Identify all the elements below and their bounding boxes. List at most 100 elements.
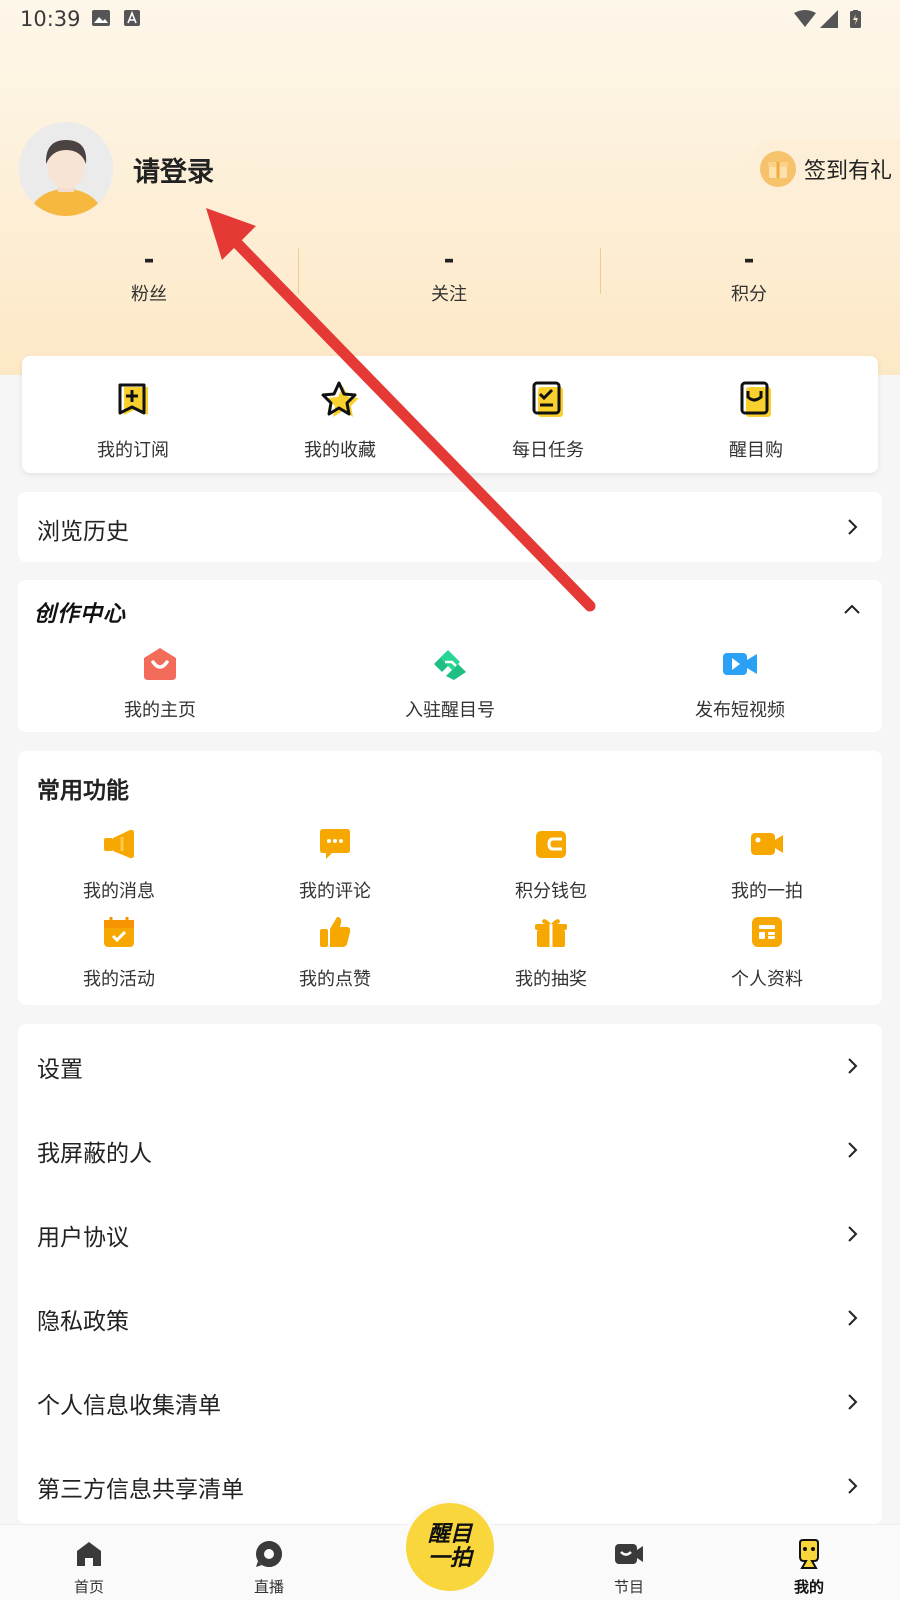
func-item-label: 个人资料	[731, 969, 803, 990]
chevron-right-icon	[848, 1394, 858, 1410]
status-time: 10:39	[20, 7, 81, 31]
browsing-history-row[interactable]: 浏览历史	[18, 492, 882, 562]
user-agreement-label: 用户协议	[37, 1225, 129, 1251]
shopping-bag-icon	[740, 381, 771, 417]
stat-fans[interactable]: - 粉丝	[89, 246, 209, 306]
video-camera-icon	[723, 653, 757, 675]
subscription-icon	[118, 383, 148, 415]
personal-info-list-row[interactable]: 个人信息收集清单	[18, 1360, 882, 1444]
nav-label: 节目	[613, 1578, 644, 1596]
func-item-wallet[interactable]: 积分钱包	[491, 827, 611, 903]
stat-points[interactable]: - 积分	[689, 246, 809, 306]
mine-icon	[799, 1539, 819, 1569]
nav-home[interactable]: 首页	[49, 1539, 129, 1597]
third-party-sharing-label: 第三方信息共享清单	[37, 1477, 244, 1503]
privacy-policy-label: 隐私政策	[37, 1309, 129, 1335]
func-item-label: 我的评论	[299, 881, 371, 902]
personal-info-list-label: 个人信息收集清单	[37, 1393, 221, 1419]
nav-programs[interactable]: 节目	[589, 1539, 669, 1597]
star-icon	[321, 381, 359, 417]
settings-list: 设置 我屏蔽的人 用户协议 隐私政策 个人信息收集清单 第三方信息共享清单	[18, 1024, 882, 1524]
func-item-label: 积分钱包	[515, 881, 587, 902]
create-item-label: 入驻醒目号	[405, 700, 495, 721]
func-item-label: 我的抽奖	[515, 969, 587, 990]
quick-item-label: 我的订阅	[97, 440, 169, 461]
checkin-reward-button[interactable]: 签到有礼	[748, 139, 900, 199]
stat-label: 关注	[431, 284, 467, 305]
camera-icon	[751, 833, 783, 855]
task-icon	[532, 381, 563, 417]
nav-label: 我的	[793, 1578, 824, 1596]
calendar-icon	[104, 917, 134, 947]
quick-item-label: 每日任务	[512, 440, 584, 461]
home-icon	[77, 1542, 101, 1566]
chevron-right-icon	[848, 1058, 858, 1074]
func-item-my-shot[interactable]: 我的一拍	[707, 827, 827, 903]
quick-item-label: 醒目购	[729, 440, 783, 461]
stat-label: 积分	[731, 284, 767, 305]
chevron-right-icon	[848, 519, 858, 535]
font-notification-icon	[124, 10, 140, 26]
stat-divider	[600, 248, 601, 294]
live-icon	[256, 1541, 282, 1567]
thumbs-up-icon	[320, 917, 351, 947]
user-agreement-row[interactable]: 用户协议	[18, 1192, 882, 1276]
gift-box-icon	[760, 151, 796, 187]
handshake-icon	[434, 650, 466, 680]
create-item-publish-video[interactable]: 发布短视频	[660, 646, 820, 722]
battery-icon	[850, 10, 861, 28]
create-item-join[interactable]: 入驻醒目号	[370, 646, 530, 722]
func-item-comments[interactable]: 我的评论	[275, 827, 395, 903]
comment-icon	[320, 829, 350, 859]
common-functions-title: 常用功能	[37, 778, 129, 804]
center-logo-button[interactable]: 醒目 一拍	[402, 1499, 498, 1595]
create-item-label: 发布短视频	[695, 700, 785, 721]
quick-item-subscription[interactable]: 我的订阅	[63, 378, 203, 462]
stat-label: 粉丝	[131, 284, 167, 305]
avatar[interactable]	[19, 122, 113, 216]
func-item-label: 我的一拍	[731, 881, 803, 902]
chevron-right-icon	[848, 1142, 858, 1158]
func-item-likes[interactable]: 我的点赞	[275, 915, 395, 991]
settings-row-label: 设置	[37, 1057, 83, 1083]
chevron-up-icon[interactable]	[844, 602, 860, 618]
nav-mine[interactable]: 我的	[769, 1539, 849, 1597]
creation-center-title: 创作中心	[34, 602, 127, 627]
stat-value: -	[143, 245, 155, 275]
nav-label: 首页	[73, 1578, 104, 1596]
func-item-label: 我的活动	[83, 969, 155, 990]
func-item-messages[interactable]: 我的消息	[59, 827, 179, 903]
wallet-icon	[536, 831, 566, 858]
stat-value: -	[743, 245, 755, 275]
nav-live[interactable]: 直播	[229, 1539, 309, 1597]
blocked-users-label: 我屏蔽的人	[37, 1141, 152, 1167]
browsing-history-label: 浏览历史	[37, 519, 129, 545]
quick-actions-card: 我的订阅 我的收藏 每日任务 醒目购	[22, 356, 878, 473]
create-item-label: 我的主页	[124, 700, 196, 721]
stats-row: - 粉丝 - 关注 - 积分	[0, 246, 900, 306]
quick-item-shop[interactable]: 醒目购	[686, 378, 826, 462]
func-item-profile[interactable]: 个人资料	[707, 915, 827, 991]
settings-row[interactable]: 设置	[18, 1024, 882, 1108]
quick-item-daily-tasks[interactable]: 每日任务	[478, 378, 618, 462]
privacy-policy-row[interactable]: 隐私政策	[18, 1276, 882, 1360]
func-item-activities[interactable]: 我的活动	[59, 915, 179, 991]
stat-value: -	[443, 245, 455, 275]
profile-card-icon	[752, 917, 782, 947]
megaphone-icon	[104, 829, 134, 859]
quick-item-favorites[interactable]: 我的收藏	[270, 378, 410, 462]
stat-divider	[298, 248, 299, 294]
login-prompt[interactable]: 请登录	[133, 150, 214, 189]
func-item-label: 我的消息	[83, 881, 155, 902]
program-icon	[615, 1544, 643, 1564]
create-item-homepage[interactable]: 我的主页	[80, 646, 240, 722]
chevron-right-icon	[848, 1310, 858, 1326]
checkin-label: 签到有礼	[804, 159, 893, 184]
logo-line-2: 一拍	[427, 1546, 472, 1571]
blocked-users-row[interactable]: 我屏蔽的人	[18, 1108, 882, 1192]
wifi-icon	[794, 10, 816, 27]
func-item-label: 我的点赞	[299, 969, 371, 990]
func-item-lottery[interactable]: 我的抽奖	[491, 915, 611, 991]
chevron-right-icon	[848, 1478, 858, 1494]
stat-following[interactable]: - 关注	[389, 246, 509, 306]
